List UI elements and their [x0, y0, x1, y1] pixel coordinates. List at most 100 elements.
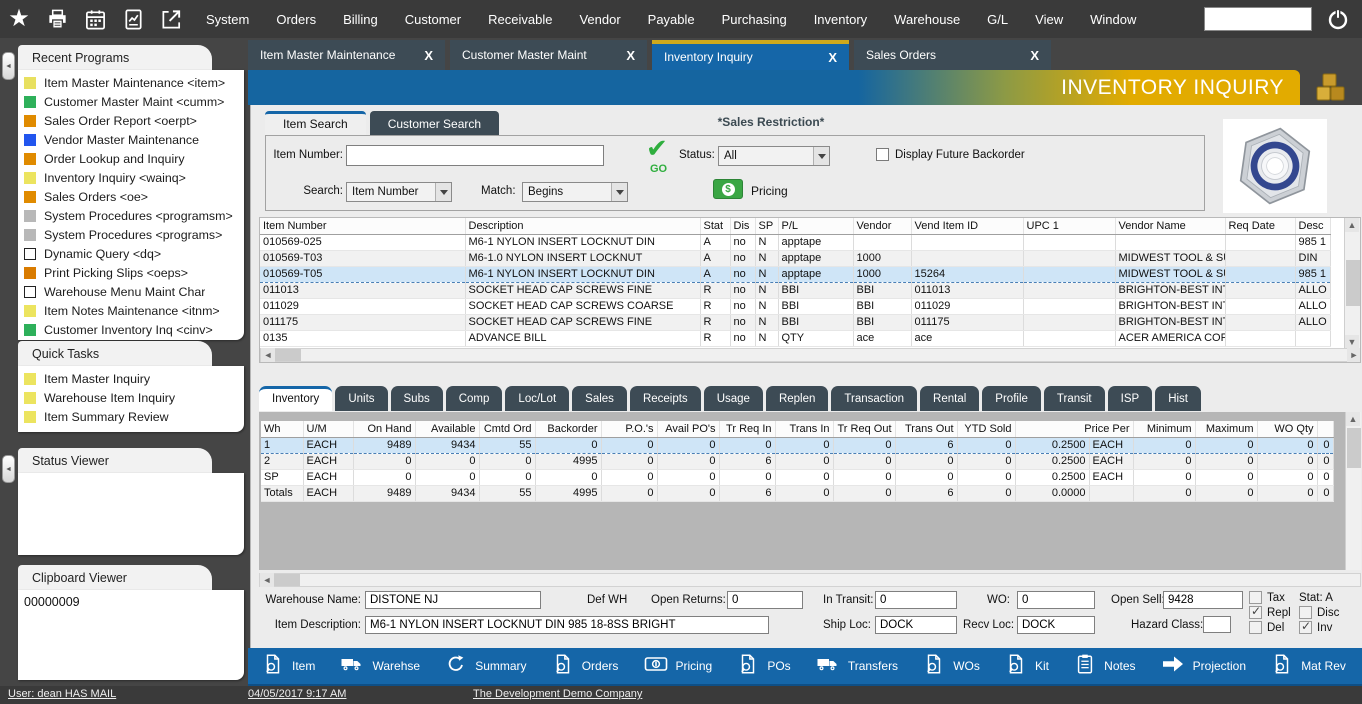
recent-item-order-lookup-and-inquiry[interactable]: Order Lookup and Inquiry — [22, 149, 242, 168]
menu-purchasing[interactable]: Purchasing — [722, 12, 787, 27]
results-row[interactable]: 010569-025M6-1 NYLON INSERT LOCKNUT DINA… — [260, 234, 1330, 250]
toolbar-transfers-button[interactable]: Transfers — [816, 652, 898, 681]
detail-tab-transaction[interactable]: Transaction — [831, 386, 917, 411]
inventory-col-tr-req-out[interactable]: Tr Req Out — [833, 421, 895, 437]
results-col-description[interactable]: Description — [465, 218, 700, 234]
results-horizontal-scrollbar[interactable]: ◄ ► — [260, 348, 1361, 362]
quick-task-item-master-inquiry[interactable]: Item Master Inquiry — [22, 369, 242, 388]
item-number-input[interactable] — [346, 145, 604, 166]
results-row[interactable]: 010569-T05M6-1 NYLON INSERT LOCKNUT DINA… — [260, 266, 1330, 282]
results-vertical-scrollbar[interactable]: ▲ ▼ — [1344, 218, 1360, 349]
recent-item-vendor-master-maintenance[interactable]: Vendor Master Maintenance — [22, 130, 242, 149]
status-viewer-collapse-arrow-icon[interactable]: ◄ — [2, 455, 15, 483]
checkbox-tax[interactable] — [1249, 591, 1262, 604]
detail-tab-loc-lot[interactable]: Loc/Lot — [505, 386, 569, 411]
inventory-col-cmtd-ord[interactable]: Cmtd Ord — [479, 421, 535, 437]
export-icon[interactable] — [158, 6, 184, 32]
menu-warehouse[interactable]: Warehouse — [894, 12, 960, 27]
results-col-vend-item-id[interactable]: Vend Item ID — [911, 218, 1023, 234]
scroll-up-icon[interactable]: ▲ — [1345, 218, 1359, 232]
recent-item-dynamic-query-dq[interactable]: Dynamic Query <dq> — [22, 244, 242, 263]
inventory-col-available[interactable]: Available — [415, 421, 479, 437]
pricing-money-icon[interactable]: $ — [713, 179, 743, 199]
item-description-input[interactable] — [365, 616, 769, 634]
detail-tab-transit[interactable]: Transit — [1044, 386, 1105, 411]
pricing-label[interactable]: Pricing — [751, 184, 788, 198]
menu-vendor[interactable]: Vendor — [579, 12, 620, 27]
recent-item-inventory-inquiry-wainq[interactable]: Inventory Inquiry <wainq> — [22, 168, 242, 187]
inventory-col-tr-req-in[interactable]: Tr Req In — [719, 421, 775, 437]
inventory-col-price-per[interactable]: Price Per — [1015, 421, 1133, 437]
menu-inventory[interactable]: Inventory — [814, 12, 867, 27]
close-tab-icon[interactable]: X — [1030, 48, 1039, 63]
checkbox-disc[interactable] — [1299, 606, 1312, 619]
inventory-col-p-o-s[interactable]: P.O.'s — [601, 421, 657, 437]
menu-view[interactable]: View — [1035, 12, 1063, 27]
inventory-col-trans-in[interactable]: Trans In — [775, 421, 833, 437]
detail-tab-hist[interactable]: Hist — [1155, 386, 1201, 411]
toolbar-projection-button[interactable]: Projection — [1161, 652, 1246, 681]
detail-tab-usage[interactable]: Usage — [704, 386, 763, 411]
scroll-thumb[interactable] — [275, 349, 301, 361]
close-tab-icon[interactable]: X — [828, 50, 837, 65]
in-transit-input[interactable] — [875, 591, 957, 609]
inventory-col-maximum[interactable]: Maximum — [1195, 421, 1257, 437]
toolbar-summary-button[interactable]: Summary — [445, 653, 526, 680]
close-tab-icon[interactable]: X — [626, 48, 635, 63]
display-future-backorder-checkbox[interactable] — [876, 148, 889, 161]
inventory-row[interactable]: TotalsEACH9489943455499500600600.0000000… — [261, 485, 1333, 501]
detail-tab-profile[interactable]: Profile — [982, 386, 1041, 411]
quick-task-warehouse-item-inquiry[interactable]: Warehouse Item Inquiry — [22, 388, 242, 407]
scroll-thumb[interactable] — [1346, 260, 1360, 306]
scroll-up-icon[interactable]: ▲ — [1346, 412, 1360, 426]
detail-tab-receipts[interactable]: Receipts — [630, 386, 701, 411]
results-row[interactable]: 010569-T03M6-1.0 NYLON INSERT LOCKNUTAno… — [260, 250, 1330, 266]
search-by-dropdown[interactable]: Item Number — [346, 182, 452, 202]
results-col-vendor[interactable]: Vendor — [853, 218, 911, 234]
inventory-row[interactable]: 1EACH9489943455000000600.2500EACH0000 — [261, 437, 1333, 453]
scroll-right-icon[interactable]: ► — [1347, 348, 1361, 362]
inventory-col-backorder[interactable]: Backorder — [535, 421, 601, 437]
open-returns-input[interactable] — [727, 591, 803, 609]
scroll-down-icon[interactable]: ▼ — [1345, 335, 1359, 349]
ship-loc-input[interactable] — [875, 616, 957, 634]
scroll-left-icon[interactable]: ◄ — [260, 573, 274, 587]
print-icon[interactable] — [44, 6, 70, 32]
toolbar-kit-button[interactable]: Kit — [1005, 653, 1049, 680]
results-col-vendor-name[interactable]: Vendor Name — [1115, 218, 1225, 234]
inventory-col-wh[interactable]: Wh — [261, 421, 303, 437]
detail-tab-rental[interactable]: Rental — [920, 386, 979, 411]
search-tab-item-search[interactable]: Item Search — [265, 111, 366, 136]
power-settings-icon[interactable] — [1324, 5, 1352, 33]
calendar-icon[interactable] — [82, 6, 108, 32]
toolbar-pricing-button[interactable]: Pricing — [644, 652, 713, 681]
warehouse-name-input[interactable] — [365, 591, 541, 609]
inventory-col-avail-po-s[interactable]: Avail PO's — [657, 421, 719, 437]
results-col-stat[interactable]: Stat — [700, 218, 730, 234]
results-col-upc-1[interactable]: UPC 1 — [1023, 218, 1115, 234]
window-tab-customer-master-maint[interactable]: Customer Master Maint X — [450, 40, 647, 70]
detail-tab-isp[interactable]: ISP — [1108, 386, 1153, 411]
menu-system[interactable]: System — [206, 12, 249, 27]
results-col-sp[interactable]: SP — [755, 218, 778, 234]
toolbar-pos-button[interactable]: POs — [737, 653, 790, 680]
recent-item-system-procedures-programs[interactable]: System Procedures <programs> — [22, 225, 242, 244]
go-label[interactable]: GO — [650, 163, 667, 175]
wo-input[interactable] — [1017, 591, 1095, 609]
hazard-class-input[interactable] — [1203, 616, 1231, 633]
results-col-item-number[interactable]: Item Number — [260, 218, 465, 234]
recent-item-customer-master-maint-cumm[interactable]: Customer Master Maint <cumm> — [22, 92, 242, 111]
close-tab-icon[interactable]: X — [424, 48, 433, 63]
quick-task-item-summary-review[interactable]: Item Summary Review — [22, 407, 242, 426]
menu-billing[interactable]: Billing — [343, 12, 378, 27]
results-col-req-date[interactable]: Req Date — [1225, 218, 1295, 234]
toolbar-item-button[interactable]: Item — [262, 653, 315, 680]
recent-item-sales-order-report-oerpt[interactable]: Sales Order Report <oerpt> — [22, 111, 242, 130]
toolbar-notes-button[interactable]: Notes — [1074, 653, 1135, 680]
results-col-p-l[interactable]: P/L — [778, 218, 853, 234]
inventory-vertical-scrollbar[interactable]: ▲ — [1345, 412, 1361, 570]
results-row[interactable]: 011029SOCKET HEAD CAP SCREWS COARSERnoNB… — [260, 298, 1330, 314]
go-check-icon[interactable]: ✔ — [646, 135, 668, 161]
results-row[interactable]: 011175SOCKET HEAD CAP SCREWS FINERnoNBBI… — [260, 314, 1330, 330]
inventory-horizontal-scrollbar[interactable]: ◄ — [259, 573, 1361, 587]
